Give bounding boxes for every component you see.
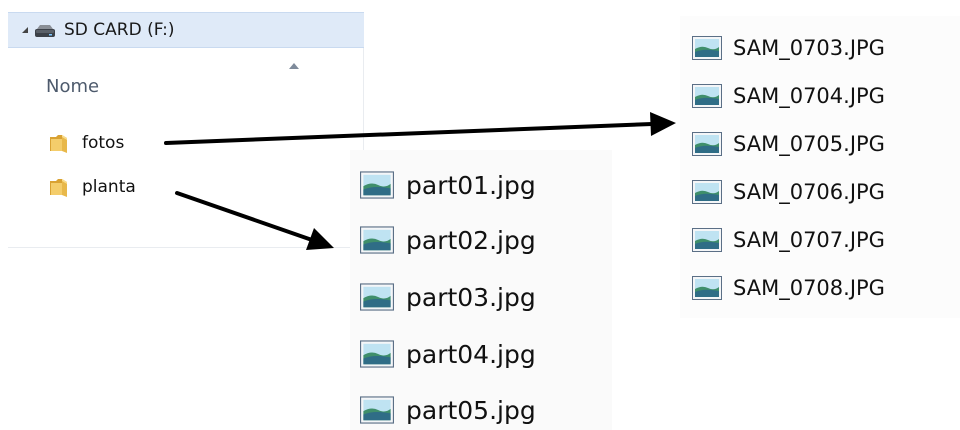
image-file-icon <box>360 340 394 368</box>
file-name: part04.jpg <box>406 339 536 369</box>
folder-label: fotos <box>82 133 125 153</box>
image-file-icon <box>692 228 722 252</box>
file-name: part01.jpg <box>406 170 536 200</box>
file-item[interactable]: part03.jpg <box>360 277 536 317</box>
image-file-icon <box>692 180 722 204</box>
file-item[interactable]: SAM_0704.JPG <box>692 80 885 112</box>
column-header-label: Nome <box>46 76 100 97</box>
file-name: SAM_0708.JPG <box>733 276 885 300</box>
file-item[interactable]: SAM_0703.JPG <box>692 32 885 64</box>
expand-triangle-icon[interactable] <box>22 27 28 33</box>
file-name: SAM_0704.JPG <box>733 84 885 108</box>
image-file-icon <box>360 226 394 254</box>
file-item[interactable]: SAM_0706.JPG <box>692 176 885 208</box>
file-name: SAM_0707.JPG <box>733 228 885 252</box>
file-item[interactable]: part05.jpg <box>360 390 536 430</box>
column-header-name[interactable]: Nome <box>8 48 364 97</box>
file-name: part02.jpg <box>406 225 536 255</box>
sort-ascending-icon <box>289 63 299 69</box>
file-item[interactable]: part01.jpg <box>360 165 536 205</box>
screenshot-stage: SD CARD (F:) Nome fotos planta SAM_0703.… <box>0 0 960 430</box>
folder-icon <box>48 132 70 154</box>
file-name: part03.jpg <box>406 282 536 312</box>
file-item[interactable]: part04.jpg <box>360 334 536 374</box>
file-name: SAM_0703.JPG <box>733 36 885 60</box>
file-item[interactable]: part02.jpg <box>360 220 536 260</box>
image-file-icon <box>360 396 394 424</box>
explorer-panel: SD CARD (F:) Nome fotos planta <box>8 12 364 248</box>
planta-file-list: part01.jpg part02.jpg part03.jpg part04.… <box>350 150 612 430</box>
file-name: part05.jpg <box>406 395 536 425</box>
image-file-icon <box>692 36 722 60</box>
file-name: SAM_0706.JPG <box>733 180 885 204</box>
image-file-icon <box>360 171 394 199</box>
tree-item-sd-card[interactable]: SD CARD (F:) <box>8 12 364 48</box>
file-item[interactable]: SAM_0708.JPG <box>692 272 885 304</box>
image-file-icon <box>692 84 722 108</box>
image-file-icon <box>692 132 722 156</box>
drive-label: SD CARD (F:) <box>64 20 175 40</box>
file-item[interactable]: SAM_0705.JPG <box>692 128 885 160</box>
fotos-file-list: SAM_0703.JPG SAM_0704.JPG SAM_0705.JPG S… <box>680 16 960 318</box>
sd-card-drive-icon <box>34 23 56 37</box>
folder-item-fotos[interactable]: fotos <box>48 130 124 156</box>
file-item[interactable]: SAM_0707.JPG <box>692 224 885 256</box>
file-name: SAM_0705.JPG <box>733 132 885 156</box>
folder-icon <box>48 176 70 198</box>
image-file-icon <box>692 276 722 300</box>
folder-label: planta <box>82 177 136 197</box>
folder-item-planta[interactable]: planta <box>48 174 136 200</box>
image-file-icon <box>360 283 394 311</box>
